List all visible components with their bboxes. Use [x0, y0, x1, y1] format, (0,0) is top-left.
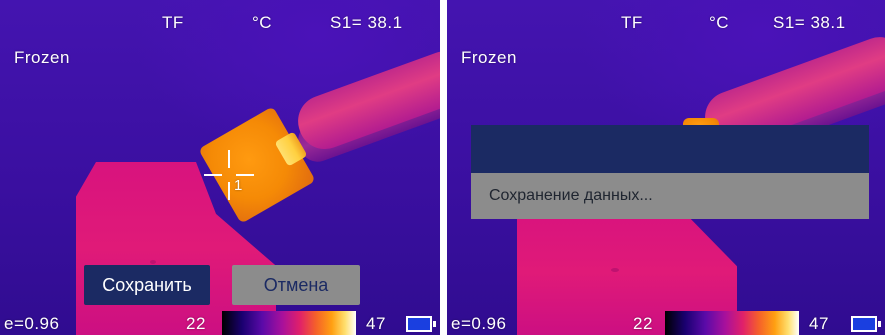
unit-indicator: °C [252, 13, 273, 32]
dialog-header [471, 125, 869, 173]
spot-reading: S1= 38.1 [773, 13, 846, 32]
color-palette-bar [222, 311, 356, 335]
scale-min-label: 22 [186, 314, 206, 333]
scale-max-label: 47 [809, 314, 829, 333]
emissivity-label: e=0.96 [4, 314, 60, 333]
spot-marker-label: 1 [234, 177, 243, 194]
color-palette-bar [665, 311, 799, 335]
cancel-button[interactable]: Отмена [232, 265, 360, 305]
saving-dialog-message: Сохранение данных... [471, 173, 869, 219]
thermal-screen-right: TF °C S1= 38.1 Frozen Сохранение данных.… [447, 0, 885, 335]
battery-icon [406, 316, 436, 332]
thermal-speck [150, 260, 156, 264]
thermal-screen-left: 1 TF °C S1= 38.1 Frozen Сохранить Отмена… [0, 0, 440, 335]
emissivity-label: e=0.96 [451, 314, 507, 333]
battery-icon [851, 316, 881, 332]
crosshair-icon [204, 150, 254, 200]
storage-indicator: TF [162, 13, 184, 32]
mode-label: Frozen [14, 48, 70, 67]
mode-label: Frozen [461, 48, 517, 67]
scale-min-label: 22 [633, 314, 653, 333]
spot-reading: S1= 38.1 [330, 13, 403, 32]
scale-max-label: 47 [366, 314, 386, 333]
save-button[interactable]: Сохранить [84, 265, 210, 305]
thermal-speck [611, 268, 619, 272]
unit-indicator: °C [709, 13, 730, 32]
storage-indicator: TF [621, 13, 643, 32]
